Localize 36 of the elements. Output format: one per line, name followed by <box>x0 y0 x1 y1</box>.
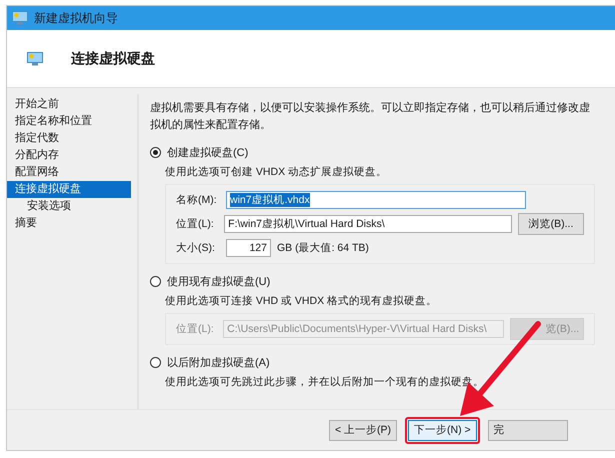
nav-item[interactable]: 配置网络 <box>7 164 131 181</box>
radio-label[interactable]: 创建虚拟硬盘(C) <box>167 144 248 160</box>
field-value: F:\win7虚拟机\Virtual Hard Disks\ <box>228 217 385 231</box>
radio-button[interactable] <box>150 146 161 158</box>
wizard-button[interactable]: < 上一步(P) <box>329 420 398 440</box>
window-title: 新建虚拟机向导 <box>34 10 118 26</box>
radio-button[interactable] <box>150 276 161 286</box>
option-description: 使用此选项可创建 VHDX 动态扩展虚拟硬盘。 <box>165 165 388 180</box>
field-label: 大小(S): <box>176 241 216 255</box>
nav-item[interactable]: 指定代数 <box>7 130 131 147</box>
nav-item[interactable]: 摘要 <box>7 215 131 232</box>
field-label: 位置(L): <box>176 217 215 231</box>
nav-item[interactable]: 分配内存 <box>7 147 131 164</box>
wizard-button[interactable]: 下一步(N) > <box>408 420 477 440</box>
monitor-icon <box>27 52 43 66</box>
browse-button[interactable]: 浏览(B)... <box>518 213 584 235</box>
field-value: 127 <box>249 242 267 254</box>
location-field[interactable]: F:\win7虚拟机\Virtual Hard Disks\ <box>224 215 512 233</box>
size-unit: GB (最大值: 64 TB) <box>277 241 369 255</box>
radio-label[interactable]: 使用现有虚拟硬盘(U) <box>167 274 270 288</box>
nav-item[interactable]: 指定名称和位置 <box>7 113 131 130</box>
option-description: 使用此选项可连接 VHD 或 VHDX 格式的现有虚拟硬盘。 <box>165 294 438 309</box>
nav-item[interactable]: 开始之前 <box>7 96 131 113</box>
intro-text: 虚拟机需要具有存储，以便可以安装操作系统。可以立即指定存储，也可以稍后通过修改虚拟机的属性来配置存储。 <box>150 100 591 133</box>
size-field[interactable]: 127 <box>226 239 271 257</box>
radio-label[interactable]: 以后附加虚拟硬盘(A) <box>167 354 270 370</box>
radio-button[interactable] <box>150 356 161 368</box>
field-value: win7虚拟机.vhdx <box>230 193 310 207</box>
monitor-icon <box>12 11 28 25</box>
field-label: 名称(M): <box>176 193 218 207</box>
nav-item[interactable]: 安装选项 <box>7 198 131 215</box>
name-field[interactable]: win7虚拟机.vhdx <box>226 191 526 209</box>
field-label: 位置(L): <box>176 322 215 336</box>
nav-item[interactable]: 连接虚拟硬盘 <box>7 181 131 198</box>
wizard-button[interactable]: 完 <box>488 420 568 440</box>
page-title: 连接虚拟硬盘 <box>71 50 155 68</box>
